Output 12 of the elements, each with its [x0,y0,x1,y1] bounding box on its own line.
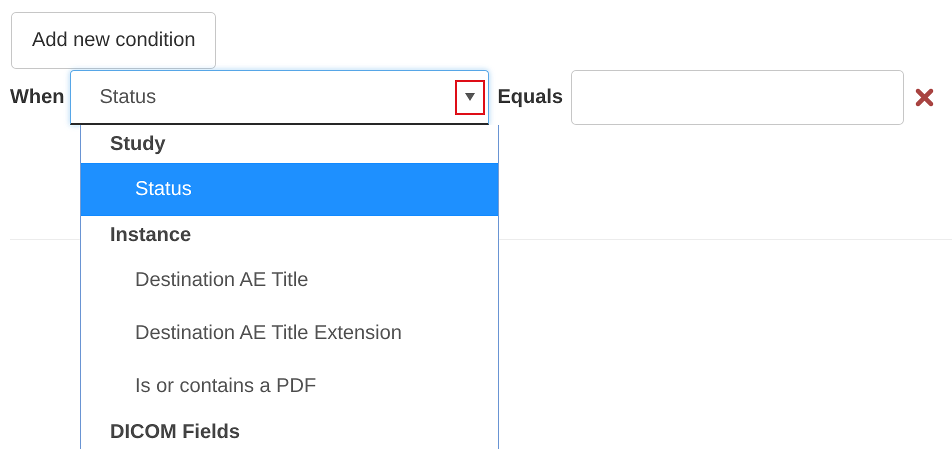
group-header: Instance [109,223,192,248]
caret-icon [465,93,476,101]
group-header: Study [109,132,167,157]
dropdown-option[interactable]: Destination AE Title [81,254,498,307]
dropdown-option[interactable]: Destination AE Title Extension [81,307,498,360]
add-condition-button[interactable]: Add new condition [11,12,216,69]
field-label: When [10,86,64,109]
value-input[interactable] [571,70,904,125]
operator-label: Equals [497,86,564,109]
dropdown-option[interactable]: Is or contains a PDF [81,360,498,413]
group-header: DICOM Fields [109,420,242,445]
remove-icon[interactable] [915,88,934,107]
